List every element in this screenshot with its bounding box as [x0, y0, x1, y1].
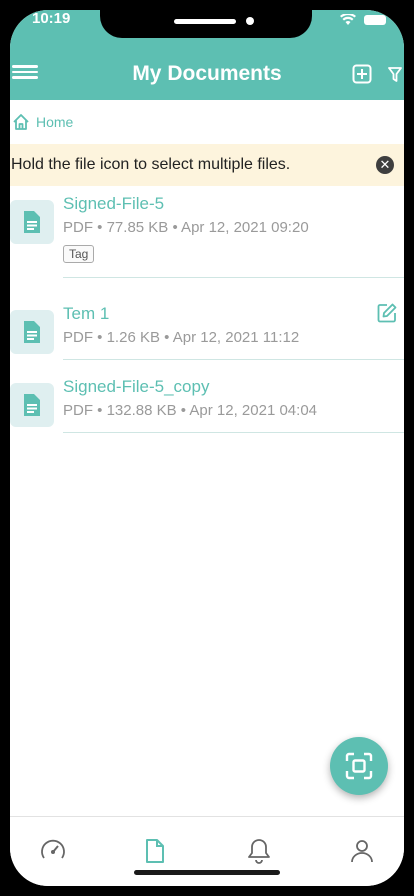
file-row[interactable]: Tem 1 PDF • 1.26 KB • Apr 12, 2021 11:12: [10, 286, 404, 360]
file-row[interactable]: Signed-File-5 PDF • 77.85 KB • Apr 12, 2…: [10, 186, 404, 286]
document-icon: [24, 211, 40, 233]
document-icon: [24, 321, 40, 343]
dashboard-icon[interactable]: [39, 837, 67, 865]
file-thumbnail[interactable]: [10, 200, 54, 244]
phone-screen: 10:19 My Documents Home Hold the file ic…: [10, 10, 404, 886]
file-meta: PDF • 77.85 KB • Apr 12, 2021 09:20: [63, 219, 309, 236]
home-indicator: [134, 870, 280, 875]
hint-text: Hold the file icon to select multiple fi…: [11, 156, 291, 173]
file-meta: PDF • 132.88 KB • Apr 12, 2021 04:04: [63, 402, 318, 419]
file-row[interactable]: Signed-File-5_copy PDF • 132.88 KB • Apr…: [10, 359, 404, 433]
file-name[interactable]: Signed-File-5: [63, 194, 164, 214]
file-list: Signed-File-5 PDF • 77.85 KB • Apr 12, 2…: [10, 186, 404, 433]
breadcrumb[interactable]: Home: [10, 100, 404, 144]
page-title: My Documents: [132, 62, 282, 85]
device-notch: [100, 10, 312, 38]
file-tag[interactable]: Tag: [63, 245, 95, 263]
breadcrumb-home[interactable]: Home: [36, 114, 73, 130]
scan-button[interactable]: [330, 737, 388, 795]
hint-banner: Hold the file icon to select multiple fi…: [10, 144, 404, 186]
speaker: [174, 19, 236, 24]
file-name[interactable]: Signed-File-5_copy: [63, 377, 209, 397]
status-icons: [340, 14, 386, 26]
edit-icon[interactable]: [376, 302, 398, 324]
close-icon[interactable]: ✕: [376, 156, 394, 174]
documents-icon[interactable]: [141, 837, 169, 865]
file-name[interactable]: Tem 1: [63, 304, 109, 324]
file-thumbnail[interactable]: [10, 310, 54, 354]
file-thumbnail[interactable]: [10, 383, 54, 427]
document-icon: [24, 394, 40, 416]
app-header: 10:19 My Documents: [10, 10, 404, 100]
home-icon: [13, 114, 29, 130]
notifications-icon[interactable]: [245, 837, 273, 865]
status-time: 10:19: [32, 10, 71, 27]
profile-icon[interactable]: [348, 837, 376, 865]
add-square-icon[interactable]: [352, 64, 372, 84]
camera: [246, 17, 254, 25]
wifi-icon: [340, 14, 356, 25]
row-divider: [63, 277, 404, 278]
battery-icon: [364, 15, 386, 25]
row-divider: [63, 432, 404, 433]
scan-icon: [345, 752, 373, 780]
filter-icon[interactable]: [388, 66, 402, 84]
tab-bar: [10, 816, 404, 886]
file-meta: PDF • 1.26 KB • Apr 12, 2021 11:12: [63, 329, 300, 346]
